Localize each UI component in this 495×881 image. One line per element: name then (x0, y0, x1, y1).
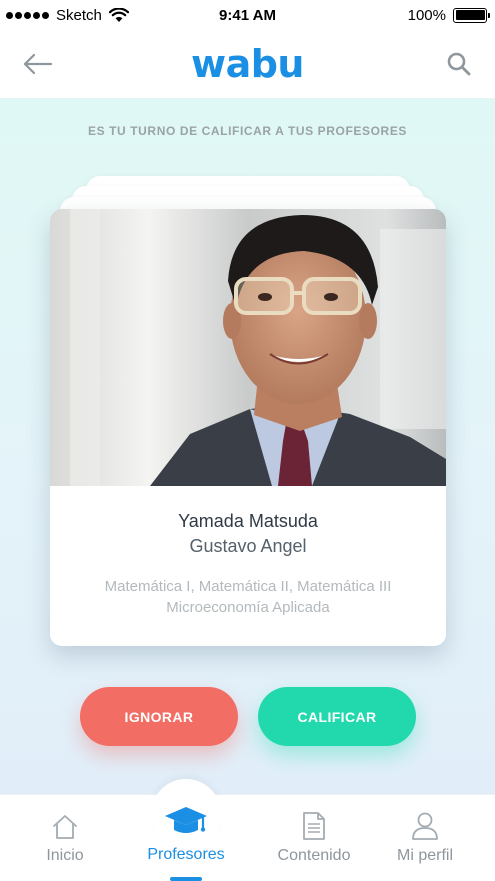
ignore-button[interactable]: IGNORAR (80, 687, 238, 746)
professor-subjects-line-1: Matemática I, Matemática II, Matemática … (104, 578, 392, 595)
document-icon (303, 812, 325, 840)
user-icon (412, 812, 438, 840)
home-icon (53, 815, 77, 839)
battery-group: 100% (407, 6, 490, 24)
tab-inicio[interactable]: Inicio (10, 795, 120, 881)
professor-subjects-line-2: Microeconomía Aplicada (166, 599, 330, 616)
battery-icon (453, 7, 490, 23)
tab-inicio-label: Inicio (46, 847, 84, 864)
app-logo: wabu (190, 42, 305, 86)
professor-photo (50, 209, 446, 486)
professor-first-name: Gustavo Angel (189, 536, 307, 556)
search-icon[interactable] (445, 50, 473, 78)
tab-contenido[interactable]: Contenido (259, 795, 369, 881)
tab-contenido-label: Contenido (277, 847, 351, 864)
battery-percent: 100% (407, 6, 446, 24)
graduation-cap-icon (165, 807, 207, 833)
carrier-group: Sketch (6, 7, 129, 24)
carrier-label: Sketch (56, 6, 102, 24)
wifi-icon (108, 7, 129, 22)
tab-mi-perfil-label: Mi perfil (396, 847, 453, 864)
arrow-left-icon[interactable] (22, 50, 54, 78)
rating-prompt: ES TU TURNO DE CALIFICAR A TUS PROFESORE… (87, 124, 408, 138)
tab-profesores-label: Profesores (147, 846, 225, 863)
signal-icon (6, 11, 49, 19)
tab-profesores[interactable]: Profesores (131, 795, 241, 881)
tab-mi-perfil[interactable]: Mi perfil (370, 795, 480, 881)
rate-button[interactable]: CALIFICAR (258, 687, 416, 746)
tab-bar: Inicio Profesores Contenido Mi perfil (0, 779, 495, 881)
status-bar: Sketch 9:41 AM 100% (0, 0, 495, 30)
professor-last-name: Yamada Matsuda (178, 511, 318, 531)
active-tab-indicator (170, 877, 202, 881)
main-content: ES TU TURNO DE CALIFICAR A TUS PROFESORE… (0, 98, 495, 794)
professor-card[interactable]: Yamada Matsuda Gustavo Angel Matemática … (50, 209, 446, 646)
nav-bar: wabu (0, 30, 495, 98)
